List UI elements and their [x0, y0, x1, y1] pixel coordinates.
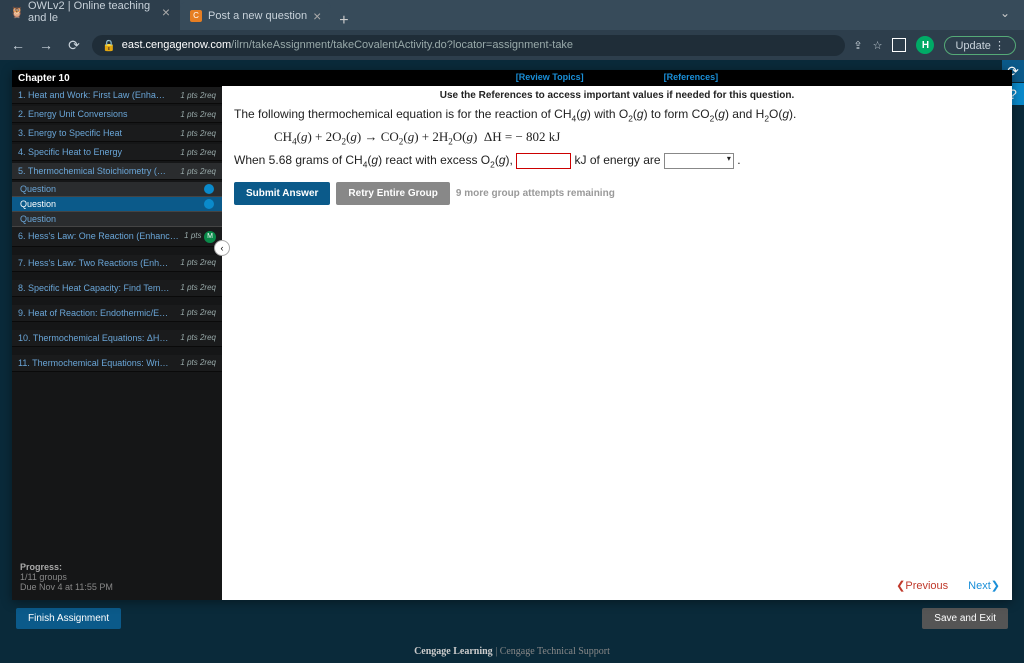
browser-tab-chegg[interactable]: C Post a new question × [180, 2, 331, 30]
next-button[interactable]: Next❯ [968, 579, 1000, 592]
reload-button[interactable]: ⟳ [64, 37, 84, 54]
browser-tabstrip: 🦉 OWLv2 | Online teaching and le × C Pos… [0, 0, 1024, 30]
page-footer: Cengage Learning | Cengage Technical Sup… [0, 640, 1024, 663]
save-exit-button[interactable]: Save and Exit [922, 608, 1008, 629]
share-icon[interactable]: ⇪ [853, 39, 862, 52]
nav-item-4[interactable]: 4. Specific Heat to Energy1 pts 2req [12, 144, 222, 161]
previous-button[interactable]: ❮Previous [896, 579, 948, 592]
update-button[interactable]: Update ⋮ [944, 36, 1016, 55]
nav-item-11[interactable]: 11. Thermochemical Equations: Wri…1 pts … [12, 355, 222, 372]
question-content: Use the References to access important v… [222, 86, 1012, 209]
radio-icon [204, 184, 214, 194]
nav-item-2[interactable]: 2. Energy Unit Conversions1 pts 2req [12, 106, 222, 123]
question-intro: The following thermochemical equation is… [234, 107, 1000, 123]
sub-question-2[interactable]: Question [12, 197, 222, 212]
nav-item-5[interactable]: 5. Thermochemical Stoichiometry (…1 pts … [12, 163, 222, 180]
chapter-header: Chapter 10 [12, 70, 222, 87]
app-frame: ⟳ ? ‹ Chapter 10 1. Heat and Work: First… [0, 60, 1024, 640]
nav-list[interactable]: 1. Heat and Work: First Law (Enha…1 pts … [12, 87, 222, 554]
m-badge-icon: M [204, 231, 216, 243]
energy-input[interactable] [516, 153, 571, 169]
star-icon[interactable]: ☆ [873, 39, 883, 52]
radio-icon [204, 199, 214, 209]
footer-brand: Cengage Learning [414, 646, 493, 657]
sub-question-1[interactable]: Question [12, 182, 222, 197]
nav-item-3[interactable]: 3. Energy to Specific Heat1 pts 2req [12, 125, 222, 142]
nav-item-8[interactable]: 8. Specific Heat Capacity: Find Tem…1 pt… [12, 280, 222, 297]
owl-favicon: 🦉 [10, 6, 22, 18]
progress-label: Progress: [20, 562, 62, 572]
finish-assignment-button[interactable]: Finish Assignment [16, 608, 121, 629]
progress-due: Due Nov 4 at 11:55 PM [20, 582, 113, 592]
pager: ❮Previous Next❯ [896, 579, 1000, 592]
equation: CH4(g) + 2O2(g) → CO2(g) + 2H2O(g) ΔH = … [274, 129, 1000, 147]
question-prompt: When 5.68 grams of CH4(g) react with exc… [234, 153, 1000, 170]
collapse-sidebar-button[interactable]: ‹ [214, 240, 230, 256]
progress-box: Progress: 1/11 groups Due Nov 4 at 11:55… [12, 554, 222, 600]
nav-item-7[interactable]: 7. Hess's Law: Two Reactions (Enh…1 pts … [12, 255, 222, 272]
chevron-down-icon[interactable]: ⌄ [1000, 6, 1010, 20]
chegg-favicon: C [190, 10, 202, 22]
new-tab-button[interactable]: + [331, 12, 356, 30]
back-button[interactable]: ← [8, 37, 28, 53]
nav-item-1[interactable]: 1. Heat and Work: First Law (Enha…1 pts … [12, 87, 222, 104]
progress-count: 1/11 groups [20, 572, 67, 582]
address-bar[interactable]: 🔒 east.cengagenow.com/ilrn/takeAssignmen… [92, 35, 845, 56]
tab-title: OWLv2 | Online teaching and le [28, 0, 156, 24]
retry-group-button[interactable]: Retry Entire Group [336, 182, 449, 205]
submit-answer-button[interactable]: Submit Answer [234, 182, 330, 205]
browser-toolbar: ← → ⟳ 🔒 east.cengagenow.com/ilrn/takeAss… [0, 30, 1024, 60]
energy-direction-select[interactable] [664, 153, 734, 169]
nav-item-9[interactable]: 9. Heat of Reaction: Endothermic/E…1 pts… [12, 305, 222, 322]
review-topics-link[interactable]: [Review Topics] [516, 72, 584, 84]
nav-item-10[interactable]: 10. Thermochemical Equations: ΔH…1 pts 2… [12, 330, 222, 347]
extension-icon[interactable] [892, 38, 906, 52]
attempts-remaining: 9 more group attempts remaining [456, 188, 615, 199]
lock-icon: 🔒 [102, 39, 116, 52]
url-domain: east.cengagenow.com [122, 39, 231, 51]
close-icon[interactable]: × [162, 4, 170, 20]
sub-question-3[interactable]: Question [12, 212, 222, 227]
reference-note: Use the References to access important v… [234, 90, 1000, 101]
main-panel: [Review Topics] [References] Use the Ref… [222, 70, 1012, 600]
forward-button[interactable]: → [36, 37, 56, 53]
profile-avatar[interactable]: H [916, 36, 934, 54]
references-link[interactable]: [References] [664, 72, 719, 84]
chapter-sidebar: Chapter 10 1. Heat and Work: First Law (… [12, 70, 222, 600]
tab-title: Post a new question [208, 10, 307, 22]
nav-item-6[interactable]: 6. Hess's Law: One Reaction (Enhanc…1 pt… [12, 227, 222, 247]
url-path: /ilrn/takeAssignment/takeCovalentActivit… [231, 39, 573, 51]
footer-support-link[interactable]: Cengage Technical Support [500, 646, 610, 657]
bottom-bar: Finish Assignment Save and Exit [12, 600, 1012, 637]
close-icon[interactable]: × [313, 8, 321, 24]
browser-tab-owl[interactable]: 🦉 OWLv2 | Online teaching and le × [0, 0, 180, 30]
